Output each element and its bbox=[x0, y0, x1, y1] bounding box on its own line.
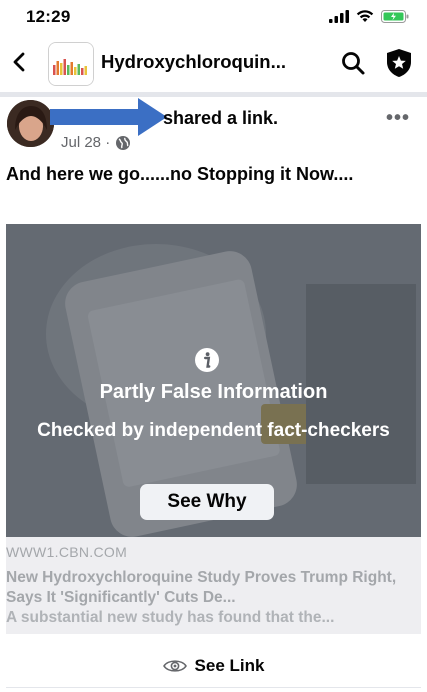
post-action-text: shared a link. bbox=[163, 108, 279, 128]
post-date[interactable]: Jul 28 · bbox=[61, 134, 110, 151]
fact-check-subtitle: Checked by independent fact-checkers bbox=[37, 420, 390, 441]
group-avatar[interactable] bbox=[48, 42, 94, 86]
group-header: Hydroxychloroquin... bbox=[0, 38, 427, 88]
shield-star-icon[interactable] bbox=[385, 48, 413, 78]
status-bar: 12:29 bbox=[0, 0, 427, 36]
author-avatar[interactable] bbox=[7, 100, 54, 147]
status-icons bbox=[329, 9, 409, 23]
post-meta: Jul 28 · bbox=[61, 134, 131, 151]
post-header: shared a link. Jul 28 · ••• bbox=[0, 97, 427, 157]
see-why-button[interactable]: See Why bbox=[140, 484, 274, 520]
battery-icon bbox=[381, 9, 409, 23]
group-avatar-image bbox=[49, 43, 93, 85]
see-link-button[interactable]: See Link bbox=[0, 650, 427, 682]
link-preview[interactable]: WWW1.CBN.COM New Hydroxychloroquine Stud… bbox=[6, 537, 421, 634]
post-text: And here we go......no Stopping it Now..… bbox=[6, 164, 354, 184]
redaction-arrow bbox=[50, 98, 167, 136]
back-arrow-icon[interactable] bbox=[8, 50, 32, 74]
bottom-divider bbox=[6, 687, 421, 688]
see-link-label: See Link bbox=[194, 656, 265, 675]
link-domain: WWW1.CBN.COM bbox=[6, 544, 128, 560]
wifi-icon bbox=[356, 10, 374, 22]
link-description: A substantial new study has found that t… bbox=[6, 609, 335, 626]
globe-icon bbox=[116, 135, 131, 150]
more-dots-icon[interactable]: ••• bbox=[386, 107, 410, 130]
author-avatar-image bbox=[7, 100, 54, 147]
eye-icon bbox=[162, 660, 187, 672]
signal-icon bbox=[329, 9, 349, 23]
group-title[interactable]: Hydroxychloroquin... bbox=[101, 51, 317, 73]
search-icon[interactable] bbox=[340, 50, 366, 76]
info-icon bbox=[195, 348, 219, 372]
fact-check-title: Partly False Information bbox=[99, 381, 328, 403]
status-time: 12:29 bbox=[26, 7, 71, 26]
link-title: New Hydroxychloroquine Study Proves Trum… bbox=[6, 569, 397, 606]
